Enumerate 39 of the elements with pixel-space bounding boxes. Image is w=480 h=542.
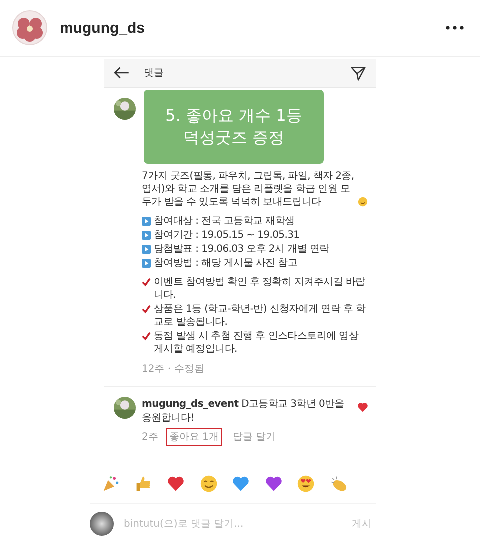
play-icon [142, 231, 151, 240]
likes-count[interactable]: 좋아요 1개 [166, 428, 222, 446]
comment-text: mugung_ds_event D고등학교 3학년 0반을 응원합니다! [142, 398, 346, 425]
play-icon [142, 217, 151, 226]
party-popper-icon[interactable] [102, 475, 120, 493]
smiling-face-icon[interactable] [200, 475, 218, 493]
overlay-text: 5. 좋아요 개수 1등 [166, 106, 302, 126]
play-icon [142, 259, 151, 268]
detail-text: 참여대상 : 전국 고등학교 재학생 [154, 215, 295, 228]
note-text: 상품은 1등 (학교-학년-반) 신청자에게 연락 후 학교로 발송됩니다. [154, 303, 367, 329]
avatar-icon [90, 512, 114, 536]
send-icon[interactable] [351, 66, 366, 80]
thumbs-up-icon[interactable] [134, 475, 153, 493]
detail-text: 당첨발표 : 19.06.03 오후 2시 개별 연락 [154, 243, 330, 256]
like-heart-icon[interactable] [358, 403, 368, 412]
note-text: 동점 발생 시 추첨 진행 후 인스타스토리에 영상 게시할 예정입니다. [154, 330, 360, 356]
heart-icon[interactable] [232, 475, 250, 493]
play-icon [142, 245, 151, 254]
check-icon [142, 305, 151, 314]
heart-icon[interactable] [264, 475, 283, 493]
comment-time: 2주 [142, 431, 158, 444]
flower-avatar-icon[interactable] [12, 10, 48, 46]
comments-title: 댓글 [144, 67, 165, 80]
smile-icon [358, 197, 368, 207]
check-icon [142, 278, 151, 287]
check-icon [142, 332, 151, 341]
heart-eyes-face-icon[interactable] [297, 475, 316, 493]
note-text: 이벤트 참여방법 확인 후 정확히 지켜주시길 바랍니다. [154, 276, 366, 302]
overlay-text: 덕성굿즈 증정 [183, 128, 285, 148]
caption-meta: 12주 · 수정됨 [142, 363, 206, 376]
detail-text: 참여기간 : 19.05.15 ~ 19.05.31 [154, 229, 300, 242]
more-icon[interactable] [446, 26, 464, 30]
post-button[interactable]: 게시 [348, 517, 376, 531]
reply-button[interactable]: 답글 달기 [230, 428, 280, 446]
back-arrow-icon[interactable] [114, 67, 130, 79]
heart-icon[interactable] [167, 475, 186, 493]
detail-text: 참여방법 : 해당 게시물 사진 참고 [154, 257, 298, 270]
caption-text: 7가지 굿즈(필통, 파우치, 그립톡, 파일, 책자 2종, 엽서)와 학교 소개를 담은 리플렛을 학급 인원 모두가 받을 수 있도록 넉넉히 보내드립니다 [142, 170, 356, 209]
username[interactable]: mugung_ds [60, 20, 434, 36]
